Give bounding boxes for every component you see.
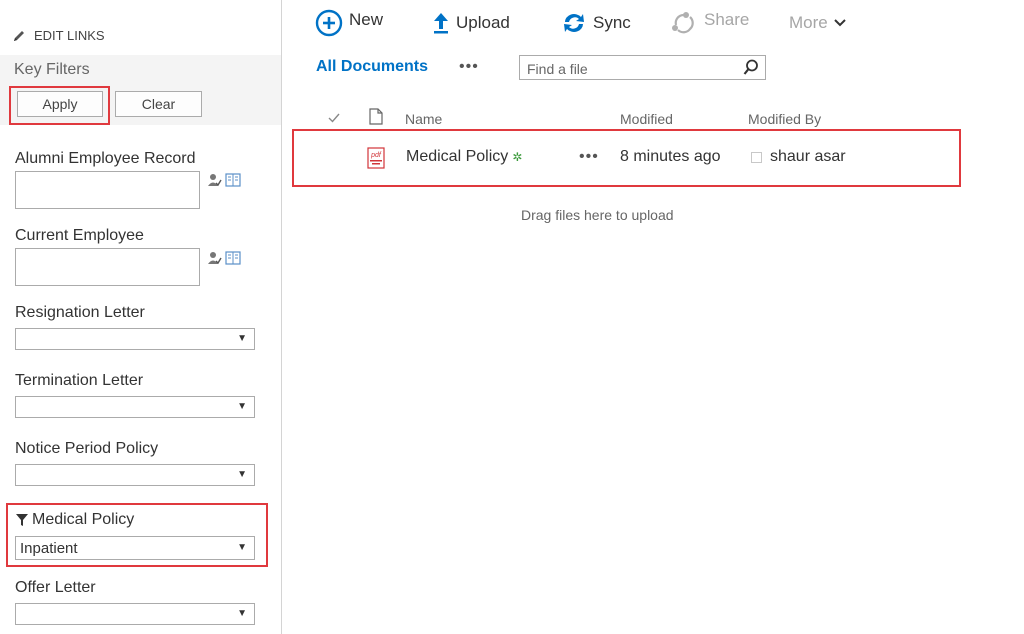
column-header-name[interactable]: Name	[405, 111, 442, 127]
chevron-down-icon	[834, 19, 846, 27]
dropdown-arrow-icon: ▼	[237, 401, 247, 412]
notice-period-policy-select[interactable]: ▼	[15, 464, 255, 486]
dropdown-arrow-icon: ▼	[237, 608, 247, 619]
new-button[interactable]: New	[315, 9, 383, 37]
upload-button[interactable]: Upload	[432, 9, 510, 37]
view-more-ellipsis[interactable]: •••	[459, 58, 479, 76]
edit-links-button[interactable]: EDIT LINKS	[12, 28, 105, 43]
document-type-icon	[369, 108, 383, 125]
pencil-icon	[14, 30, 24, 41]
apply-highlight-box	[9, 86, 110, 125]
filter-label-current-employee: Current Employee	[15, 227, 144, 244]
more-button[interactable]: More	[789, 9, 846, 37]
column-header-modified-by[interactable]: Modified By	[748, 111, 821, 127]
view-selector-all-documents[interactable]: All Documents	[316, 58, 428, 76]
drag-files-hint: Drag files here to upload	[521, 207, 674, 223]
search-input[interactable]	[520, 56, 739, 81]
filter-label-resignation-letter: Resignation Letter	[15, 304, 145, 321]
check-names-icon[interactable]	[208, 251, 222, 265]
search-icon[interactable]	[743, 59, 759, 76]
filter-label-alumni-employee-record: Alumni Employee Record	[15, 150, 196, 167]
filter-label-notice-period-policy: Notice Period Policy	[15, 440, 159, 457]
key-filters-pane: EDIT LINKS Key Filters Apply Clear Alumn…	[0, 0, 282, 634]
offer-letter-select[interactable]: ▼	[15, 603, 255, 625]
edit-links-label: EDIT LINKS	[34, 28, 105, 43]
current-employee-people-picker[interactable]	[15, 248, 200, 286]
share-button[interactable]: Share	[670, 9, 749, 37]
alumni-employee-record-people-picker[interactable]	[15, 171, 200, 209]
share-icon	[672, 12, 694, 34]
termination-letter-select[interactable]: ▼	[15, 396, 255, 418]
plus-circle-icon	[315, 9, 343, 37]
upload-arrow-icon	[434, 13, 448, 34]
resignation-letter-select[interactable]: ▼	[15, 328, 255, 350]
clear-button[interactable]: Clear	[115, 91, 202, 117]
address-book-icon[interactable]	[225, 173, 241, 187]
sync-label: Sync	[593, 13, 631, 32]
sync-button[interactable]: Sync	[561, 9, 631, 37]
dropdown-arrow-icon: ▼	[237, 333, 247, 344]
medical-policy-highlight-box	[6, 503, 268, 567]
address-book-icon[interactable]	[225, 251, 241, 265]
find-a-file-search-box	[519, 55, 766, 81]
filter-label-termination-letter: Termination Letter	[15, 372, 144, 389]
upload-label: Upload	[456, 13, 510, 32]
new-label: New	[349, 10, 384, 29]
row-highlight-box	[292, 129, 961, 187]
sync-icon	[564, 14, 584, 32]
filter-label-offer-letter: Offer Letter	[15, 579, 96, 596]
column-header-modified[interactable]: Modified	[620, 111, 673, 127]
key-filters-title: Key Filters	[14, 61, 90, 78]
more-label: More	[789, 13, 828, 32]
select-all-checkmark-icon[interactable]	[328, 112, 340, 124]
share-label: Share	[704, 10, 750, 29]
check-names-icon[interactable]	[208, 173, 222, 187]
dropdown-arrow-icon: ▼	[237, 469, 247, 480]
